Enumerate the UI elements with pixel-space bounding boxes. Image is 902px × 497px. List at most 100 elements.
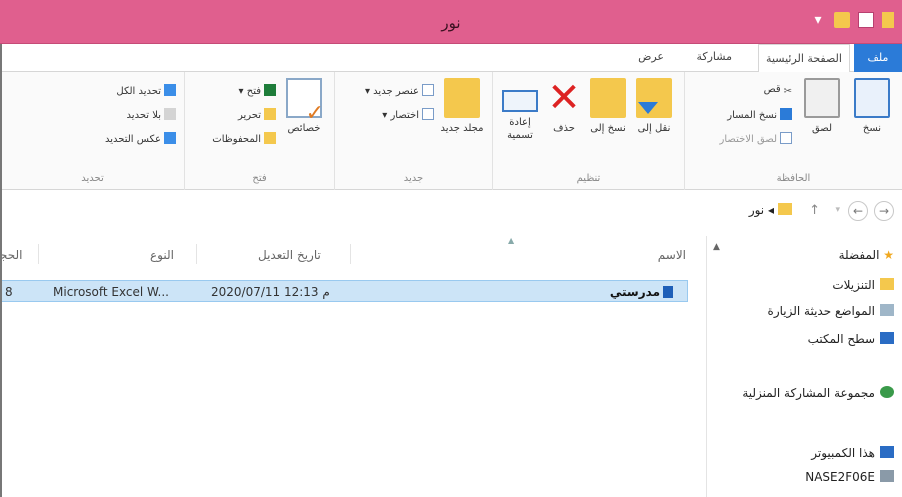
copy-to-button[interactable]: نسخ إلى: [586, 78, 630, 135]
copy-button[interactable]: نسخ: [850, 78, 894, 135]
invert-selection-label: عكس التحديد: [105, 134, 161, 145]
new-item-button[interactable]: عنصر جديد ▾: [365, 84, 434, 97]
column-divider[interactable]: [350, 244, 351, 264]
back-button[interactable]: →: [874, 201, 894, 221]
breadcrumb[interactable]: ◂ نور: [749, 203, 792, 217]
recent-places-icon: [880, 304, 894, 316]
move-to-button[interactable]: نقل إلى: [632, 78, 676, 135]
invert-selection-icon: [164, 132, 176, 144]
select-all-button[interactable]: تحديد الكل: [116, 84, 176, 97]
properties-button[interactable]: خصائص: [282, 78, 326, 135]
select-group: تحديد الكل بلا تحديد عكس التحديد تحديد: [0, 72, 184, 190]
new-folder-button[interactable]: مجلد جديد: [440, 78, 484, 135]
new-folder-quick-icon[interactable]: [834, 12, 850, 28]
copy-label: نسخ: [862, 123, 882, 134]
new-group-label: جديد: [403, 173, 424, 184]
clipboard-group: نسخ لصق ✂قص نسخ المسار لصق الاختصار الحا…: [684, 72, 902, 190]
sidebar-label: المواضع حديثة الزيارة: [767, 304, 875, 318]
customize-toolbar-icon[interactable]: ▾: [810, 12, 826, 28]
up-button[interactable]: ↑: [809, 203, 820, 218]
sidebar-item-network-drive[interactable]: NASE2F06E: [805, 470, 894, 484]
scissors-icon: ✂: [783, 86, 792, 97]
file-name-cell: مدرستي: [610, 285, 673, 299]
column-header-size[interactable]: الحجم: [0, 248, 22, 262]
tab-view[interactable]: عرض: [638, 50, 664, 63]
copy-path-button[interactable]: نسخ المسار: [727, 108, 792, 121]
quick-access-toolbar: ▾: [810, 12, 894, 28]
file-name: مدرستي: [609, 285, 660, 299]
forward-button[interactable]: ←: [848, 201, 868, 221]
sidebar-item-this-pc[interactable]: هذا الكمبيوتر: [811, 446, 894, 460]
history-label: المحفوظات: [212, 134, 261, 145]
sidebar-item-desktop[interactable]: سطح المكتب: [808, 332, 894, 346]
sidebar-item-recent[interactable]: المواضع حديثة الزيارة: [768, 304, 894, 318]
select-all-label: تحديد الكل: [116, 86, 161, 97]
column-header-date[interactable]: تاريخ التعديل: [258, 248, 321, 262]
column-header-type[interactable]: النوع: [150, 248, 174, 262]
paste-button[interactable]: لصق: [800, 78, 844, 135]
column-divider[interactable]: [38, 244, 39, 264]
desktop-icon: [880, 332, 894, 344]
paste-label: لصق: [811, 123, 833, 134]
edit-button[interactable]: تحرير: [238, 108, 276, 121]
open-button[interactable]: فتح ▾: [239, 84, 276, 97]
history-button[interactable]: المحفوظات: [212, 132, 276, 145]
clipboard-group-label: الحافظة: [776, 173, 811, 184]
edit-icon: [264, 108, 276, 120]
select-none-button[interactable]: بلا تحديد: [127, 108, 176, 121]
paste-icon: [804, 78, 840, 118]
open-group: خصائص فتح ▾ تحرير المحفوظات فتح: [184, 72, 334, 190]
delete-label: حذف: [553, 123, 575, 134]
recent-locations-button[interactable]: ▾: [835, 205, 840, 215]
invert-selection-button[interactable]: عكس التحديد: [105, 132, 176, 145]
star-icon: ★: [883, 248, 894, 262]
ribbon: نسخ لصق ✂قص نسخ المسار لصق الاختصار الحا…: [0, 72, 902, 190]
sidebar-label: هذا الكمبيوتر: [811, 446, 875, 460]
cut-button[interactable]: ✂قص: [764, 84, 792, 98]
rename-button[interactable]: إعادة تسمية: [498, 78, 542, 142]
sidebar-label: سطح المكتب: [807, 332, 875, 346]
new-item-icon: [422, 84, 434, 96]
organize-group: نقل إلى نسخ إلى ✕ حذف إعادة تسمية تنظيم: [492, 72, 684, 190]
sidebar-label: المفضلة: [838, 248, 880, 262]
breadcrumb-current[interactable]: نور: [749, 203, 764, 217]
breadcrumb-sep-icon: ◂: [764, 203, 774, 217]
table-row[interactable]: مدرستي 2020/07/11 م 12:13 Microsoft Exce…: [0, 280, 688, 302]
tab-share[interactable]: مشاركة: [696, 50, 732, 63]
delete-button[interactable]: ✕ حذف: [542, 78, 586, 135]
sidebar-label: NASE2F06E: [805, 470, 875, 484]
open-group-label: فتح: [252, 173, 267, 184]
address-bar: → ← ▾ ↑ ◂ نور: [0, 195, 902, 227]
tab-home[interactable]: الصفحة الرئيسية: [758, 44, 850, 73]
properties-quick-icon[interactable]: [858, 12, 874, 28]
excel-icon: [264, 84, 276, 96]
sort-ascending-icon: ▲: [508, 236, 515, 245]
downloads-folder-icon: [880, 278, 894, 290]
window-title: نور: [441, 14, 461, 32]
easy-access-icon: [422, 108, 434, 120]
history-icon: [264, 132, 276, 144]
copy-to-icon: [590, 78, 626, 118]
tab-file[interactable]: ملف: [854, 44, 902, 72]
select-all-icon: [164, 84, 176, 96]
easy-access-label: اختصار: [390, 110, 419, 121]
scroll-up-icon[interactable]: ▲: [713, 242, 720, 252]
properties-icon: [286, 78, 324, 120]
column-divider[interactable]: [196, 244, 197, 264]
easy-access-button[interactable]: اختصار ▾: [382, 108, 434, 121]
paste-shortcut-button[interactable]: لصق الاختصار: [720, 132, 792, 145]
up-arrow-icon: ↑: [809, 203, 820, 218]
homegroup-icon: [880, 386, 894, 398]
new-folder-icon: [444, 78, 480, 118]
column-header-name[interactable]: الاسم: [658, 248, 686, 262]
folder-app-icon: [882, 12, 894, 28]
copy-path-label: نسخ المسار: [727, 110, 777, 121]
excel-file-icon: [663, 286, 673, 298]
cut-label: قص: [763, 84, 781, 95]
open-label: فتح: [246, 86, 261, 97]
sidebar-item-homegroup[interactable]: مجموعة المشاركة المنزلية: [742, 386, 894, 400]
sidebar-item-downloads[interactable]: التنزيلات: [832, 278, 894, 292]
sidebar-item-favorites[interactable]: ★ المفضلة: [839, 248, 894, 262]
move-to-label: نقل إلى: [637, 123, 671, 134]
title-bar: نور ▾: [0, 0, 902, 44]
